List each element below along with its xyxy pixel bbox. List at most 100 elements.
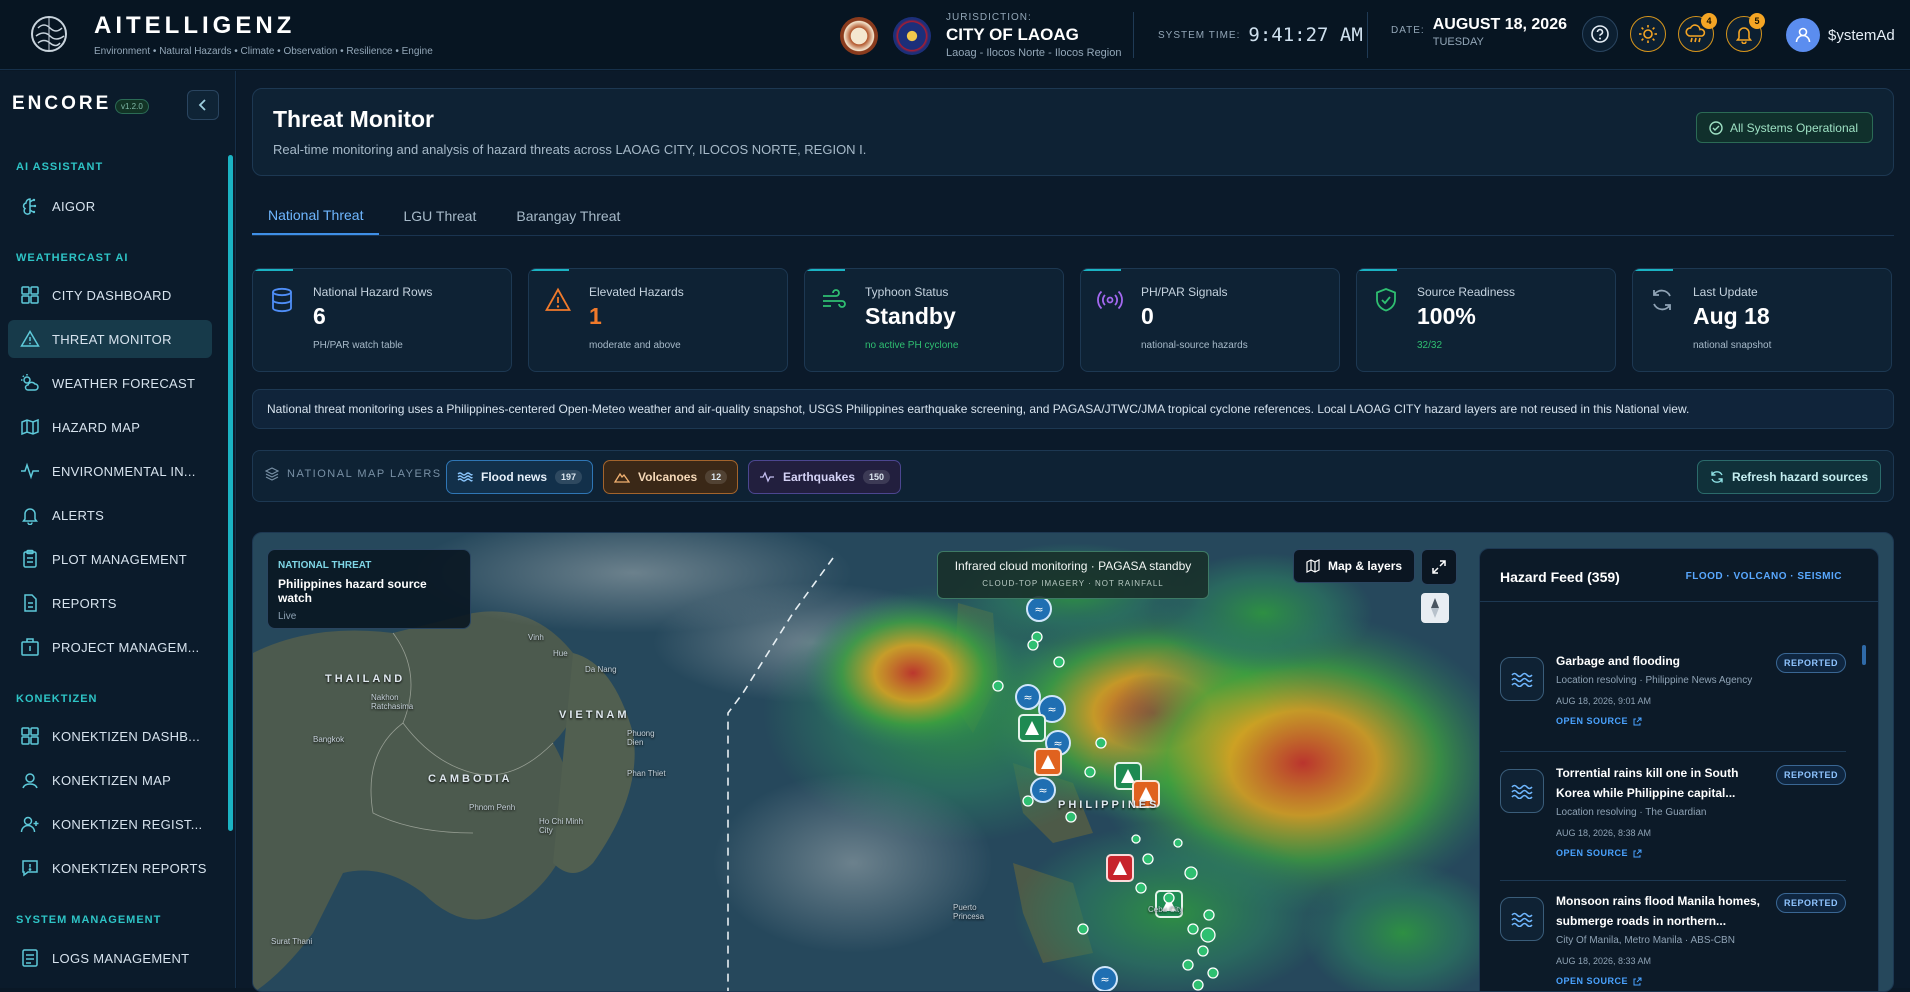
refresh-hazard-sources-button[interactable]: Refresh hazard sources [1696,460,1881,494]
map-layers-bar: NATIONAL MAP LAYERS Flood news 197 Volca… [252,450,1894,502]
chat-icon [22,860,38,877]
sidebar-item-konektizen-reports[interactable]: KONEKTIZEN REPORTS [8,849,212,887]
open-source-link[interactable]: OPEN SOURCE [1556,848,1642,858]
svg-text:≈: ≈ [1100,973,1109,986]
card-value: Standby [865,303,956,329]
sidebar-item-label: REPORTS [52,595,117,611]
user-icon [1795,27,1811,43]
card-last-update[interactable]: Last Update Aug 18 national snapshot [1632,268,1892,372]
volcano-marker[interactable] [1106,854,1134,882]
sidebar-item-konektizen-map[interactable]: KONEKTIZEN MAP [8,761,212,799]
card-subtext: national-source hazards [1141,340,1248,351]
sidebar-item-environmental[interactable]: ENVIRONMENTAL IN... [8,452,212,490]
layer-chip-volcanoes[interactable]: Volcanoes 12 [603,460,739,494]
sun-cloud-icon [21,374,39,391]
main-content: Threat Monitor Real-time monitoring and … [237,71,1910,992]
card-source-readiness[interactable]: Source Readiness 100% 32/32 [1356,268,1616,372]
map-info-panel: NATIONAL THREAT Philippines hazard sourc… [267,549,471,629]
bell-icon [22,508,38,525]
divider [1367,12,1368,58]
layer-chip-earthquakes[interactable]: Earthquakes 150 [748,460,902,494]
system-time-label: SYSTEM TIME: [1158,29,1241,41]
feed-item-source: Location resolving · The Guardian [1556,807,1707,818]
card-subtext: moderate and above [589,340,681,351]
document-icon [24,594,37,612]
map-label-phnom-penh: Phnom Penh [469,803,516,812]
sidebar-item-logs-management[interactable]: LOGS MANAGEMENT [8,939,212,977]
brand-tagline: Environment • Natural Hazards • Climate … [94,46,433,57]
map-layers-button[interactable]: Map & layers [1293,549,1416,583]
card-ph-par-signals[interactable]: PH/PAR Signals 0 national-source hazards [1080,268,1340,372]
help-button[interactable] [1582,16,1618,52]
status-badge: REPORTED [1775,765,1846,785]
sidebar-item-alerts[interactable]: ALERTS [8,496,212,534]
sidebar-scrollbar[interactable] [228,155,233,831]
fullscreen-button[interactable] [1421,549,1457,585]
open-source-label: OPEN SOURCE [1556,716,1629,726]
date-label: DATE: [1391,25,1425,36]
sidebar-item-konektizen-dashboard[interactable]: KONEKTIZEN DASHB... [8,717,212,755]
map-icon [1306,559,1320,573]
tab-lgu-threat[interactable]: LGU Threat [387,197,492,235]
user-plus-icon [20,816,39,833]
hazard-map[interactable]: ≈ ≈ ≈ ≈ ≈ ≈ THAILAND VIETNAM CAMBODIA PH… [252,532,1894,992]
card-label: Elevated Hazards [589,285,684,299]
card-value: 100% [1417,303,1476,329]
help-icon [1591,25,1609,43]
layer-chip-flood-news[interactable]: Flood news 197 [446,460,594,494]
feed-item-source: City Of Manila, Metro Manila · ABS-CBN [1556,935,1735,946]
volcano-marker[interactable] [1034,748,1062,776]
tab-national-threat[interactable]: National Threat [252,197,380,235]
svg-text:≈: ≈ [1034,603,1043,616]
tab-barangay-threat[interactable]: Barangay Threat [500,197,636,235]
user-name: $ystemAd [1828,26,1895,44]
map-label-vinh: Vinh [528,633,544,642]
user-menu[interactable]: $ystemAd [1786,18,1895,52]
flood-marker[interactable]: ≈ [1026,596,1052,622]
map-label-cambodia: CAMBODIA [428,773,513,785]
theme-toggle-button[interactable] [1630,16,1666,52]
sidebar-item-label: HAZARD MAP [52,419,141,435]
flood-marker[interactable]: ≈ [1015,684,1041,710]
weather-alerts-button[interactable]: 4 [1678,13,1717,52]
open-source-link[interactable]: OPEN SOURCE [1556,976,1642,986]
brand-logo[interactable] [20,14,78,54]
card-label: Source Readiness [1417,285,1516,299]
open-source-link[interactable]: OPEN SOURCE [1556,716,1642,726]
page-header: Threat Monitor Real-time monitoring and … [252,88,1894,176]
sidebar-item-label: ENVIRONMENTAL IN... [52,463,196,479]
sidebar-item-reports[interactable]: REPORTS [8,584,212,622]
card-subtext: national snapshot [1693,340,1772,351]
sidebar-item-aigor[interactable]: AIGOR [8,187,212,225]
card-national-hazard-rows[interactable]: National Hazard Rows 6 PH/PAR watch tabl… [252,268,512,372]
refresh-label: Refresh hazard sources [1731,470,1868,484]
notifications-button[interactable]: 5 [1726,13,1765,52]
card-elevated-hazards[interactable]: Elevated Hazards 1 moderate and above [528,268,788,372]
sidebar-item-project-management[interactable]: PROJECT MANAGEM... [8,628,212,666]
sidebar-item-weather-forecast[interactable]: WEATHER FORECAST [8,364,212,402]
sidebar-item-plot-management[interactable]: PLOT MANAGEMENT [8,540,212,578]
map-label-hue: Hue [553,649,568,658]
collapse-sidebar-button[interactable] [187,90,219,120]
top-bar: AITELLIGENZ Environment • Natural Hazard… [0,0,1910,70]
sidebar-item-konektizen-register[interactable]: KONEKTIZEN REGIST... [8,805,212,843]
dashboard-icon [21,727,39,745]
sidebar-item-threat-monitor[interactable]: THREAT MONITOR [8,320,212,358]
sidebar-item-city-dashboard[interactable]: CITY DASHBOARD [8,276,212,314]
map-label-vietnam: VIETNAM [559,709,630,721]
sidebar-item-label: KONEKTIZEN REPORTS [52,860,207,876]
system-status-badge[interactable]: All Systems Operational [1695,112,1873,143]
feed-filter-tags[interactable]: FLOOD · VOLCANO · SEISMIC [1686,571,1842,582]
flood-marker[interactable]: ≈ [1030,777,1056,803]
province-seal-icon [893,17,931,55]
card-subtext: 32/32 [1417,340,1443,351]
feed-scrollbar[interactable] [1862,645,1866,665]
card-typhoon-status[interactable]: Typhoon Status Standby no active PH cycl… [804,268,1064,372]
volcano-marker[interactable] [1018,714,1046,742]
compass-button[interactable] [1421,593,1449,623]
layers-label-text: NATIONAL MAP LAYERS [287,468,442,480]
info-status: Live [278,611,297,622]
refresh-icon [1653,289,1671,311]
sidebar-item-hazard-map[interactable]: HAZARD MAP [8,408,212,446]
flood-marker[interactable]: ≈ [1092,966,1118,991]
